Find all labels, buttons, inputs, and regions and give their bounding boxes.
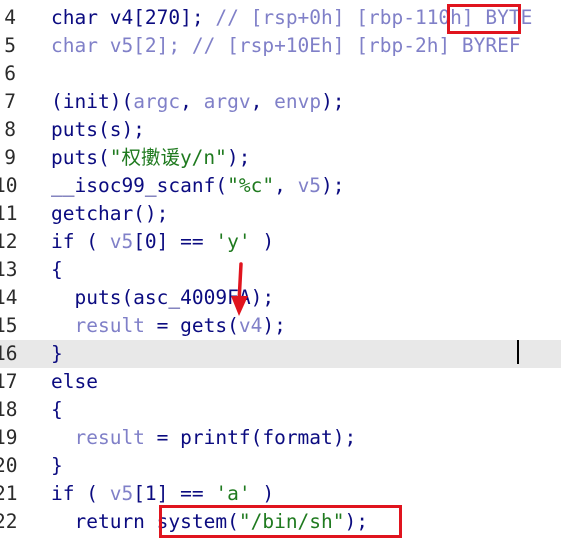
code-token: , bbox=[250, 90, 275, 113]
code-token: else bbox=[51, 370, 98, 393]
code-token: ); bbox=[262, 314, 286, 337]
code-token: result bbox=[74, 314, 145, 337]
annotation-box-system bbox=[159, 505, 402, 538]
code-token: "权擻谖y/n" bbox=[109, 146, 227, 169]
code-token: 'y' bbox=[215, 230, 251, 253]
code-line[interactable]: 13 { bbox=[0, 256, 561, 284]
code-token: argv bbox=[203, 90, 251, 113]
code-token: puts( bbox=[51, 146, 110, 169]
code-line[interactable]: 20} bbox=[0, 452, 561, 480]
line-number: 21 bbox=[0, 482, 18, 505]
code-line[interactable]: 11 getchar(); bbox=[0, 200, 561, 228]
code-token: char v4[270]; bbox=[51, 6, 216, 29]
line-number: 16 bbox=[0, 342, 18, 365]
code-token: v5 bbox=[109, 482, 134, 505]
code-text: char v5[2]; // [rsp+10Eh] [rbp-2h] BYREF bbox=[51, 32, 521, 60]
code-token: { bbox=[51, 398, 63, 421]
code-text: puts("权擻谖y/n"); bbox=[51, 144, 250, 172]
code-token: v5 bbox=[109, 230, 134, 253]
line-number: 19 bbox=[0, 426, 18, 449]
code-token: (init)( bbox=[51, 90, 134, 113]
line-number: 17 bbox=[0, 370, 18, 393]
line-number: 5 bbox=[4, 34, 16, 57]
line-number: 9 bbox=[4, 146, 16, 169]
code-token: } bbox=[51, 342, 63, 365]
line-number: 10 bbox=[0, 174, 18, 197]
line-number: 11 bbox=[0, 202, 18, 225]
code-text: } bbox=[51, 340, 63, 368]
code-text: __isoc99_scanf("%c", v5); bbox=[51, 172, 345, 200]
code-line[interactable]: 5 char v5[2]; // [rsp+10Eh] [rbp-2h] BYRE… bbox=[0, 32, 561, 60]
line-number: 12 bbox=[0, 230, 18, 253]
code-token: ) bbox=[250, 482, 275, 505]
code-token: envp bbox=[274, 90, 322, 113]
code-text: if ( v5[1] == 'a' ) bbox=[51, 480, 274, 508]
code-token: [0] == bbox=[133, 230, 216, 253]
line-number: 14 bbox=[0, 286, 18, 309]
code-token: result bbox=[74, 426, 145, 449]
code-token: if ( bbox=[51, 230, 110, 253]
line-number: 6 bbox=[4, 62, 16, 85]
code-text: { bbox=[51, 396, 63, 424]
code-text: result = printf(format); bbox=[51, 424, 356, 452]
code-text: } bbox=[51, 452, 63, 480]
text-caret bbox=[517, 340, 519, 364]
code-line[interactable]: 12 if ( v5[0] == 'y' ) bbox=[0, 228, 561, 256]
code-text: else bbox=[51, 368, 98, 396]
code-token: argc bbox=[133, 90, 181, 113]
code-line[interactable]: 15 result = gets(v4); bbox=[0, 312, 561, 340]
code-text: if ( v5[0] == 'y' ) bbox=[51, 228, 274, 256]
annotation-box-110h bbox=[447, 4, 521, 34]
code-token: , bbox=[274, 174, 298, 197]
line-number: 8 bbox=[4, 118, 16, 141]
code-token: return bbox=[51, 510, 157, 533]
code-line[interactable]: 7 (init)(argc, argv, envp); bbox=[0, 88, 561, 116]
line-number: 7 bbox=[4, 90, 16, 113]
code-token: ); bbox=[321, 90, 345, 113]
code-line[interactable]: 14 puts(asc_4009FA); bbox=[0, 284, 561, 312]
code-line[interactable]: 8 puts(s); bbox=[0, 116, 561, 144]
line-number: 20 bbox=[0, 454, 18, 477]
code-token: v5 bbox=[297, 174, 322, 197]
code-line[interactable]: 10 __isoc99_scanf("%c", v5); bbox=[0, 172, 561, 200]
code-token: = printf(format); bbox=[144, 426, 357, 449]
code-line[interactable]: 9 puts("权擻谖y/n"); bbox=[0, 144, 561, 172]
code-line[interactable]: 6 bbox=[0, 60, 561, 88]
code-token: [1] == bbox=[133, 482, 216, 505]
code-token: ) bbox=[250, 230, 275, 253]
line-number: 13 bbox=[0, 258, 18, 281]
code-token: = gets( bbox=[144, 314, 239, 337]
code-token: char v5[2]; bbox=[51, 34, 192, 57]
code-token: if ( bbox=[51, 482, 110, 505]
code-token: ); bbox=[226, 146, 251, 169]
code-token: ); bbox=[321, 174, 345, 197]
line-number: 22 bbox=[0, 510, 18, 533]
code-token: // [rsp+10Eh] [rbp-2h] BYREF bbox=[191, 34, 521, 57]
code-text: (init)(argc, argv, envp); bbox=[51, 88, 345, 116]
line-number: 18 bbox=[0, 398, 18, 421]
code-line[interactable]: 19 result = printf(format); bbox=[0, 424, 561, 452]
code-line[interactable]: 17 else bbox=[0, 368, 561, 396]
code-token: } bbox=[51, 454, 63, 477]
code-token: "%c" bbox=[227, 174, 275, 197]
code-token: , bbox=[180, 90, 204, 113]
annotation-arrow-icon bbox=[231, 262, 248, 316]
line-number: 4 bbox=[4, 6, 16, 29]
code-token: { bbox=[51, 258, 63, 281]
code-token: 'a' bbox=[215, 482, 251, 505]
code-text: puts(s); bbox=[51, 116, 145, 144]
code-token: __isoc99_scanf( bbox=[51, 174, 228, 197]
pseudocode-editor[interactable]: 4 char v4[270]; // [rsp+0h] [rbp-110h] BY… bbox=[0, 0, 561, 540]
code-line[interactable]: 16} bbox=[0, 340, 561, 368]
line-number: 15 bbox=[0, 314, 18, 337]
code-token: puts(s); bbox=[51, 118, 145, 141]
code-line[interactable]: 18 { bbox=[0, 396, 561, 424]
code-text: getchar(); bbox=[51, 200, 168, 228]
code-text: { bbox=[51, 256, 63, 284]
code-token: getchar(); bbox=[51, 202, 169, 225]
code-line[interactable]: 21 if ( v5[1] == 'a' ) bbox=[0, 480, 561, 508]
